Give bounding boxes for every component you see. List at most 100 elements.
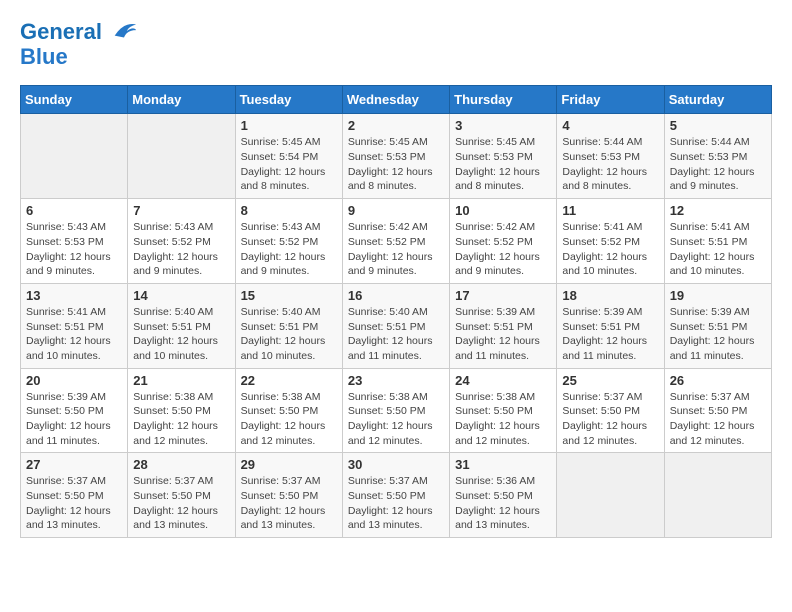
calendar-body: 1 Sunrise: 5:45 AM Sunset: 5:54 PM Daylig… xyxy=(21,114,772,538)
day-info: Sunrise: 5:45 AM Sunset: 5:54 PM Dayligh… xyxy=(241,135,337,194)
calendar-day-cell: 27Sunrise: 5:37 AM Sunset: 5:50 PM Dayli… xyxy=(21,453,128,538)
day-info: Sunrise: 5:39 AM Sunset: 5:50 PM Dayligh… xyxy=(26,390,122,449)
calendar-week-row: 13 Sunrise: 5:41 AM Sunset: 5:51 PM Dayli… xyxy=(21,283,772,368)
day-info: Sunrise: 5:37 AM Sunset: 5:50 PM Dayligh… xyxy=(562,390,658,449)
day-number: 14 xyxy=(133,288,229,303)
day-number: 10 xyxy=(455,203,551,218)
day-number: 31 xyxy=(455,457,551,472)
day-info: Sunrise: 5:37 AM Sunset: 5:50 PM Dayligh… xyxy=(133,474,229,533)
logo: General Blue xyxy=(20,20,138,69)
logo-text: General xyxy=(20,20,138,45)
calendar-day-cell: 22 Sunrise: 5:38 AM Sunset: 5:50 PM Dayli… xyxy=(235,368,342,453)
calendar-day-cell: 16Sunrise: 5:40 AM Sunset: 5:51 PM Dayli… xyxy=(342,283,449,368)
day-number: 22 xyxy=(241,373,337,388)
day-number: 27 xyxy=(26,457,122,472)
calendar-day-cell: 3Sunrise: 5:45 AM Sunset: 5:53 PM Daylig… xyxy=(450,114,557,199)
day-of-week-header: Wednesday xyxy=(342,86,449,114)
day-info: Sunrise: 5:38 AM Sunset: 5:50 PM Dayligh… xyxy=(133,390,229,449)
calendar-week-row: 27 Sunrise: 5:37 AM Sunset: 5:50 PM Dayli… xyxy=(21,453,772,538)
day-info: Sunrise: 5:40 AM Sunset: 5:51 PM Dayligh… xyxy=(241,305,337,364)
day-number: 3 xyxy=(455,118,551,133)
calendar-day-cell: 10 Sunrise: 5:42 AM Sunset: 5:52 PM Dayli… xyxy=(450,199,557,284)
calendar-day-cell: 31 Sunrise: 5:36 AM Sunset: 5:50 PM Dayli… xyxy=(450,453,557,538)
day-info: Sunrise: 5:42 AM Sunset: 5:52 PM Dayligh… xyxy=(455,220,551,279)
calendar-day-cell: 29 Sunrise: 5:37 AM Sunset: 5:50 PM Dayli… xyxy=(235,453,342,538)
calendar-day-cell: 24 Sunrise: 5:38 AM Sunset: 5:50 PM Dayli… xyxy=(450,368,557,453)
calendar-day-cell: 12 Sunrise: 5:41 AM Sunset: 5:51 PM Dayli… xyxy=(664,199,771,284)
day-info: Sunrise: 5:40 AM Sunset: 5:51 PM Dayligh… xyxy=(348,305,444,364)
day-info: Sunrise: 5:41 AM Sunset: 5:52 PM Dayligh… xyxy=(562,220,658,279)
calendar-header-row: SundayMondayTuesdayWednesdayThursdayFrid… xyxy=(21,86,772,114)
logo-bird-icon xyxy=(110,17,138,45)
day-number: 15 xyxy=(241,288,337,303)
calendar-day-cell: 4 Sunrise: 5:44 AM Sunset: 5:53 PM Daylig… xyxy=(557,114,664,199)
day-number: 12 xyxy=(670,203,766,218)
day-info: Sunrise: 5:41 AM Sunset: 5:51 PM Dayligh… xyxy=(26,305,122,364)
day-info: Sunrise: 5:38 AM Sunset: 5:50 PM Dayligh… xyxy=(455,390,551,449)
day-number: 11 xyxy=(562,203,658,218)
day-number: 29 xyxy=(241,457,337,472)
calendar-day-cell: 11 Sunrise: 5:41 AM Sunset: 5:52 PM Dayli… xyxy=(557,199,664,284)
calendar-day-cell xyxy=(664,453,771,538)
day-number: 23 xyxy=(348,373,444,388)
day-number: 8 xyxy=(241,203,337,218)
day-info: Sunrise: 5:38 AM Sunset: 5:50 PM Dayligh… xyxy=(348,390,444,449)
calendar-table: SundayMondayTuesdayWednesdayThursdayFrid… xyxy=(20,85,772,538)
day-number: 17 xyxy=(455,288,551,303)
day-info: Sunrise: 5:45 AM Sunset: 5:53 PM Dayligh… xyxy=(348,135,444,194)
calendar-day-cell: 5Sunrise: 5:44 AM Sunset: 5:53 PM Daylig… xyxy=(664,114,771,199)
calendar-day-cell: 21 Sunrise: 5:38 AM Sunset: 5:50 PM Dayli… xyxy=(128,368,235,453)
day-number: 30 xyxy=(348,457,444,472)
calendar-day-cell: 6Sunrise: 5:43 AM Sunset: 5:53 PM Daylig… xyxy=(21,199,128,284)
calendar-day-cell: 8 Sunrise: 5:43 AM Sunset: 5:52 PM Daylig… xyxy=(235,199,342,284)
calendar-day-cell: 2 Sunrise: 5:45 AM Sunset: 5:53 PM Daylig… xyxy=(342,114,449,199)
day-number: 13 xyxy=(26,288,122,303)
calendar-day-cell: 23 Sunrise: 5:38 AM Sunset: 5:50 PM Dayli… xyxy=(342,368,449,453)
day-number: 24 xyxy=(455,373,551,388)
day-number: 2 xyxy=(348,118,444,133)
day-info: Sunrise: 5:39 AM Sunset: 5:51 PM Dayligh… xyxy=(455,305,551,364)
day-number: 1 xyxy=(241,118,337,133)
day-of-week-header: Friday xyxy=(557,86,664,114)
calendar-day-cell: 7 Sunrise: 5:43 AM Sunset: 5:52 PM Daylig… xyxy=(128,199,235,284)
page-header: General Blue xyxy=(20,20,772,69)
day-info: Sunrise: 5:36 AM Sunset: 5:50 PM Dayligh… xyxy=(455,474,551,533)
day-info: Sunrise: 5:37 AM Sunset: 5:50 PM Dayligh… xyxy=(241,474,337,533)
calendar-day-cell: 13 Sunrise: 5:41 AM Sunset: 5:51 PM Dayli… xyxy=(21,283,128,368)
calendar-day-cell: 19Sunrise: 5:39 AM Sunset: 5:51 PM Dayli… xyxy=(664,283,771,368)
day-number: 19 xyxy=(670,288,766,303)
calendar-day-cell: 28Sunrise: 5:37 AM Sunset: 5:50 PM Dayli… xyxy=(128,453,235,538)
day-number: 7 xyxy=(133,203,229,218)
day-number: 26 xyxy=(670,373,766,388)
day-info: Sunrise: 5:37 AM Sunset: 5:50 PM Dayligh… xyxy=(670,390,766,449)
calendar-day-cell: 1 Sunrise: 5:45 AM Sunset: 5:54 PM Daylig… xyxy=(235,114,342,199)
day-of-week-header: Sunday xyxy=(21,86,128,114)
calendar-day-cell xyxy=(128,114,235,199)
day-info: Sunrise: 5:38 AM Sunset: 5:50 PM Dayligh… xyxy=(241,390,337,449)
day-info: Sunrise: 5:44 AM Sunset: 5:53 PM Dayligh… xyxy=(562,135,658,194)
calendar-day-cell: 30Sunrise: 5:37 AM Sunset: 5:50 PM Dayli… xyxy=(342,453,449,538)
day-number: 18 xyxy=(562,288,658,303)
day-number: 21 xyxy=(133,373,229,388)
calendar-day-cell xyxy=(21,114,128,199)
day-number: 4 xyxy=(562,118,658,133)
day-of-week-header: Thursday xyxy=(450,86,557,114)
calendar-day-cell: 26 Sunrise: 5:37 AM Sunset: 5:50 PM Dayli… xyxy=(664,368,771,453)
day-number: 25 xyxy=(562,373,658,388)
calendar-day-cell: 9Sunrise: 5:42 AM Sunset: 5:52 PM Daylig… xyxy=(342,199,449,284)
day-number: 6 xyxy=(26,203,122,218)
day-number: 9 xyxy=(348,203,444,218)
day-of-week-header: Tuesday xyxy=(235,86,342,114)
day-info: Sunrise: 5:40 AM Sunset: 5:51 PM Dayligh… xyxy=(133,305,229,364)
calendar-day-cell xyxy=(557,453,664,538)
day-of-week-header: Monday xyxy=(128,86,235,114)
day-number: 5 xyxy=(670,118,766,133)
calendar-week-row: 1 Sunrise: 5:45 AM Sunset: 5:54 PM Daylig… xyxy=(21,114,772,199)
day-info: Sunrise: 5:43 AM Sunset: 5:52 PM Dayligh… xyxy=(133,220,229,279)
calendar-day-cell: 17 Sunrise: 5:39 AM Sunset: 5:51 PM Dayli… xyxy=(450,283,557,368)
calendar-week-row: 20Sunrise: 5:39 AM Sunset: 5:50 PM Dayli… xyxy=(21,368,772,453)
day-info: Sunrise: 5:41 AM Sunset: 5:51 PM Dayligh… xyxy=(670,220,766,279)
day-info: Sunrise: 5:43 AM Sunset: 5:52 PM Dayligh… xyxy=(241,220,337,279)
day-of-week-header: Saturday xyxy=(664,86,771,114)
calendar-day-cell: 18Sunrise: 5:39 AM Sunset: 5:51 PM Dayli… xyxy=(557,283,664,368)
